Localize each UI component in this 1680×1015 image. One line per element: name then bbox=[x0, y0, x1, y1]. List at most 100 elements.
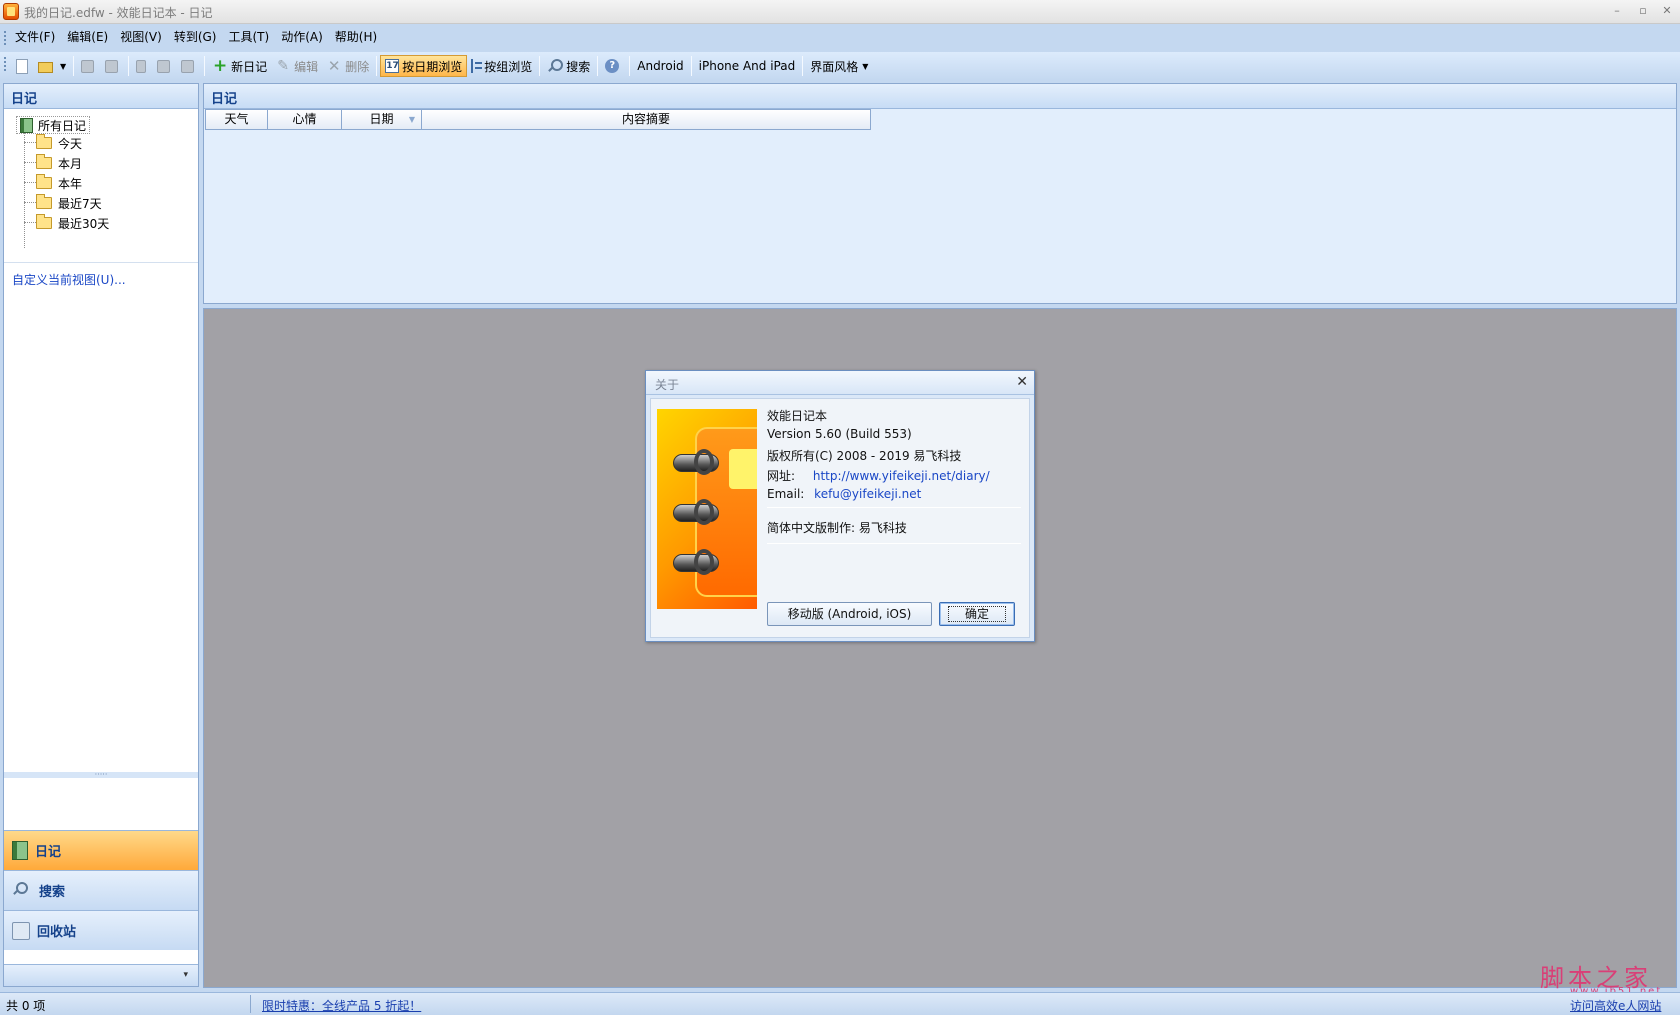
toolbar-separator bbox=[629, 56, 631, 76]
diary-list-pane: 日记 天气 心情 日期 ▼ 内容摘要 bbox=[203, 83, 1677, 304]
menu-grip bbox=[4, 31, 6, 45]
email-label: Email: bbox=[767, 487, 805, 501]
menu-help[interactable]: 帮助(H) bbox=[330, 29, 382, 45]
nav-button-recycle-bin[interactable]: 回收站 bbox=[4, 910, 198, 950]
menu-actions[interactable]: 动作(A) bbox=[276, 29, 328, 45]
nav-button-diary[interactable]: 日记 bbox=[4, 830, 198, 870]
notebook-label bbox=[729, 449, 757, 489]
toolbar-separator bbox=[690, 56, 692, 76]
open-file-button[interactable]: ▼ bbox=[34, 55, 70, 77]
folder-icon bbox=[36, 194, 52, 209]
website-label: 网址: bbox=[767, 469, 796, 483]
tree-item-label: 最近7天 bbox=[58, 196, 102, 211]
ring-binder-icon bbox=[673, 499, 719, 525]
diary-folder-tree: 所有日记 今天 本月 本年 最近7天 最近30天 bbox=[12, 116, 192, 266]
visit-website-link[interactable]: 访问高效e人网站 bbox=[1570, 997, 1661, 1014]
divider bbox=[767, 543, 1021, 544]
close-button[interactable]: ✕ bbox=[1656, 2, 1678, 20]
tree-item-today[interactable]: 今天 bbox=[36, 134, 82, 152]
about-dialog: 关于 ✕ 效能日记本 Version 5.60 (Build 553) 版权所有… bbox=[645, 370, 1035, 642]
version-text: Version 5.60 (Build 553) bbox=[767, 427, 912, 441]
ring-binder-icon bbox=[673, 449, 719, 475]
browse-by-date-button[interactable]: 17 按日期浏览 bbox=[380, 55, 468, 77]
new-diary-label: 新日记 bbox=[231, 59, 268, 74]
nav-button-label: 回收站 bbox=[37, 925, 77, 940]
toolbar-separator bbox=[376, 56, 378, 76]
window-title: 我的日记.edfw - 效能日记本 - 日记 bbox=[24, 6, 213, 20]
menu-goto[interactable]: 转到(G) bbox=[169, 29, 222, 45]
tree-item-last-7-days[interactable]: 最近7天 bbox=[36, 194, 102, 212]
nav-pane-options-button[interactable]: ▾ bbox=[4, 964, 198, 986]
menu-tools[interactable]: 工具(T) bbox=[223, 29, 274, 45]
mobile-version-button[interactable]: 移动版 (Android, iOS) bbox=[767, 602, 932, 626]
tree-item-label: 所有日记 bbox=[38, 118, 87, 133]
email-link[interactable]: kefu@yifeikeji.net bbox=[814, 487, 921, 501]
iphone-ipad-button[interactable]: iPhone And iPad bbox=[695, 55, 800, 77]
browse-by-group-button[interactable]: 按组浏览 bbox=[467, 55, 536, 77]
navigation-pane-header: 日记 bbox=[4, 84, 198, 109]
ok-button[interactable]: 确定 bbox=[939, 602, 1015, 626]
maximize-button[interactable]: ▫ bbox=[1632, 2, 1654, 20]
nav-button-label: 搜索 bbox=[39, 885, 66, 900]
ui-style-dropdown[interactable]: 界面风格 ▼ bbox=[806, 55, 872, 77]
menu-file[interactable]: 文件(F) bbox=[10, 29, 60, 45]
minimize-button[interactable]: – bbox=[1606, 2, 1628, 20]
chevron-down-icon: ▼ bbox=[862, 61, 869, 71]
delete-button[interactable]: ✕ 删除 bbox=[322, 55, 373, 77]
folder-icon bbox=[36, 214, 52, 229]
localization-credit: 简体中文版制作: 易飞科技 bbox=[767, 521, 907, 535]
product-name: 效能日记本 bbox=[767, 409, 828, 423]
tree-item-last-30-days[interactable]: 最近30天 bbox=[36, 214, 109, 232]
edit-button[interactable]: ✎ 编辑 bbox=[271, 55, 322, 77]
diary-list-header: 日记 bbox=[204, 84, 1676, 109]
menu-view[interactable]: 视图(V) bbox=[115, 29, 167, 45]
folder-icon bbox=[36, 154, 52, 169]
toolbar-separator bbox=[128, 56, 130, 76]
browse-by-date-label: 按日期浏览 bbox=[402, 59, 463, 74]
nav-button-search[interactable]: 搜索 bbox=[4, 870, 198, 910]
app-icon bbox=[3, 3, 19, 20]
android-button[interactable]: Android bbox=[633, 55, 687, 77]
paste-button[interactable] bbox=[177, 55, 201, 77]
column-summary[interactable]: 内容摘要 bbox=[422, 109, 871, 130]
print-preview-icon bbox=[105, 59, 119, 73]
tree-item-all-diaries[interactable]: 所有日记 bbox=[16, 116, 91, 134]
chevron-down-icon: ▼ bbox=[60, 61, 67, 71]
toolbar-separator bbox=[539, 56, 541, 76]
tree-item-this-month[interactable]: 本月 bbox=[36, 154, 82, 172]
search-button[interactable]: 搜索 bbox=[543, 55, 594, 77]
splitter-grip[interactable]: ····· bbox=[4, 771, 198, 779]
website-row: 网址: http://www.yifeikeji.net/diary/ bbox=[767, 467, 990, 484]
status-bar: 共 0 项 限时特惠：全线产品 5 折起！ 访问高效e人网站 bbox=[0, 992, 1680, 1015]
print-button[interactable] bbox=[77, 55, 101, 77]
menu-bar: 文件(F) 编辑(E) 视图(V) 转到(G) 工具(T) 动作(A) 帮助(H… bbox=[0, 25, 1680, 49]
new-file-button[interactable] bbox=[10, 55, 34, 77]
copy-button[interactable] bbox=[153, 55, 177, 77]
print-preview-button[interactable] bbox=[101, 55, 125, 77]
nav-button-label: 日记 bbox=[35, 845, 62, 860]
dialog-close-icon[interactable]: ✕ bbox=[1016, 374, 1028, 390]
folder-icon bbox=[36, 174, 52, 189]
help-button[interactable]: ? bbox=[601, 55, 626, 77]
open-folder-icon bbox=[38, 62, 53, 73]
tree-item-label: 本年 bbox=[58, 176, 83, 191]
tree-item-label: 最近30天 bbox=[58, 216, 110, 231]
promo-link[interactable]: 限时特惠：全线产品 5 折起！ bbox=[262, 997, 421, 1014]
status-separator bbox=[250, 995, 251, 1013]
customize-view-link[interactable]: 自定义当前视图(U)... bbox=[12, 271, 126, 288]
cut-button[interactable] bbox=[132, 55, 153, 77]
new-diary-button[interactable]: + 新日记 bbox=[208, 55, 271, 77]
website-link[interactable]: http://www.yifeikeji.net/diary/ bbox=[813, 469, 990, 483]
pencil-icon: ✎ bbox=[277, 58, 290, 74]
copy-icon bbox=[157, 59, 171, 73]
dialog-title-bar: 关于 ✕ bbox=[646, 371, 1034, 395]
tree-item-label: 今天 bbox=[58, 136, 83, 151]
menu-edit[interactable]: 编辑(E) bbox=[62, 29, 113, 45]
title-bar: 我的日记.edfw - 效能日记本 - 日记 – ▫ ✕ bbox=[0, 0, 1680, 24]
column-weather[interactable]: 天气 bbox=[205, 109, 268, 130]
recycle-bin-icon bbox=[12, 921, 30, 940]
column-date[interactable]: 日期 ▼ bbox=[342, 109, 422, 130]
column-mood[interactable]: 心情 bbox=[268, 109, 342, 130]
new-file-icon bbox=[16, 58, 28, 74]
tree-item-this-year[interactable]: 本年 bbox=[36, 174, 82, 192]
